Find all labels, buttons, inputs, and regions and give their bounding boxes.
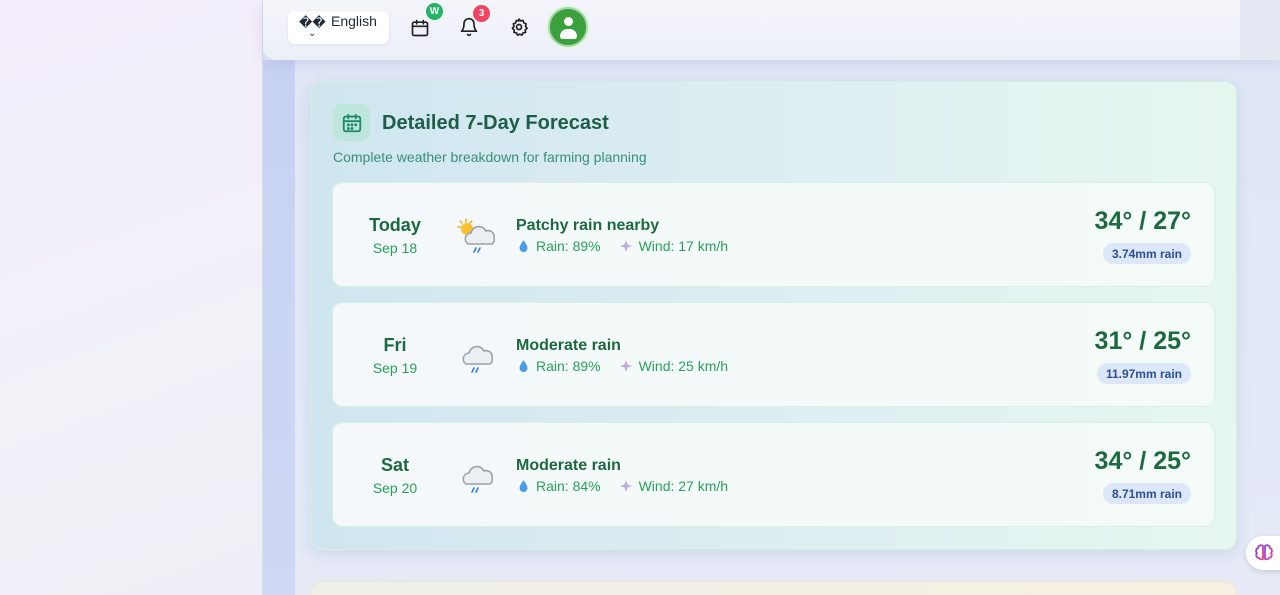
rain-amount-badge: 3.74mm rain <box>1102 243 1191 264</box>
rain-amount-badge: 8.71mm rain <box>1102 483 1191 504</box>
rain-chance: Rain: 89% <box>536 238 601 254</box>
day-name: Today <box>369 215 421 235</box>
gear-icon <box>511 18 528 37</box>
weather-details: Rain: 89% Wind: 17 km/h <box>517 238 728 254</box>
cloud-rain-icon <box>462 345 494 373</box>
forecast-day-row[interactable]: Fri Sep 19 Moderate rain Rain: 89% Wind:… <box>332 302 1215 407</box>
forecast-day-row[interactable]: Sat Sep 20 Moderate rain Rain: 84% Wind:… <box>332 422 1215 527</box>
calendar-badge: W <box>426 3 443 20</box>
rain-amount-badge: 11.97mm rain <box>1096 363 1191 384</box>
wind-speed: Wind: 25 km/h <box>638 358 729 374</box>
weather-details: Rain: 84% Wind: 27 km/h <box>517 478 728 494</box>
avatar-head <box>564 17 573 26</box>
forecast-subtitle: Complete weather breakdown for farming p… <box>333 149 647 165</box>
wind-icon <box>619 360 632 372</box>
day-date: Sep 20 <box>372 480 418 496</box>
language-selector[interactable]: �� English ⌄ <box>288 11 389 44</box>
header-right-edge <box>1240 0 1280 60</box>
temperature-range: 34° / 25° <box>1094 447 1191 475</box>
language-label: English <box>331 13 377 29</box>
day-name: Fri <box>383 335 407 355</box>
next-section-card <box>310 581 1237 595</box>
weather-details: Rain: 89% Wind: 25 km/h <box>517 358 728 374</box>
user-avatar[interactable] <box>548 7 588 47</box>
weather-condition: Patchy rain nearby <box>516 217 660 234</box>
partly-cloudy-rain-icon <box>457 218 496 253</box>
chevron-down-icon: ⌄ <box>308 28 317 39</box>
calendar-button[interactable] <box>408 16 432 40</box>
day-date: Sep 18 <box>372 240 418 256</box>
main-left-strip <box>263 60 295 595</box>
raindrop-icon <box>519 240 528 252</box>
weather-condition: Moderate rain <box>516 457 621 474</box>
avatar-body <box>560 29 577 39</box>
day-date: Sep 19 <box>372 360 418 376</box>
rain-chance: Rain: 89% <box>536 358 601 374</box>
raindrop-icon <box>519 360 528 372</box>
left-sidebar <box>0 0 263 595</box>
forecast-title: Detailed 7-Day Forecast <box>382 112 609 134</box>
forecast-calendar-icon-box <box>333 104 370 141</box>
settings-button[interactable] <box>507 15 531 39</box>
wind-speed: Wind: 17 km/h <box>638 238 729 254</box>
rain-chance: Rain: 84% <box>536 478 601 494</box>
ai-assistant-button[interactable] <box>1246 536 1280 570</box>
wind-speed: Wind: 27 km/h <box>638 478 729 494</box>
wind-icon <box>619 480 632 492</box>
calendar-icon <box>411 19 429 37</box>
brain-icon <box>1255 544 1273 561</box>
calendar-icon <box>342 113 361 132</box>
forecast-day-row[interactable]: Today Sep 18 Patchy rain nearby Rain: 89… <box>332 182 1215 287</box>
temperature-range: 31° / 25° <box>1094 327 1191 355</box>
temperature-range: 34° / 27° <box>1094 207 1191 235</box>
notification-count-badge: 3 <box>473 5 490 22</box>
day-name: Sat <box>380 455 409 475</box>
raindrop-icon <box>519 480 528 492</box>
weather-condition: Moderate rain <box>516 337 621 354</box>
cloud-rain-icon <box>462 465 494 493</box>
wind-icon <box>619 240 632 252</box>
